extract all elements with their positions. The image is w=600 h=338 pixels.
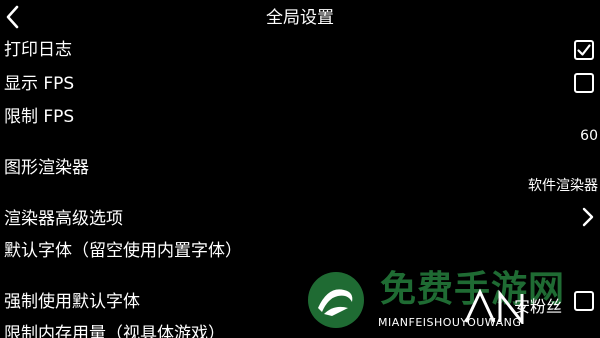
renderer-advanced-label[interactable]: 渲染器高级选项 xyxy=(4,208,123,230)
default-font-label[interactable]: 默认字体（留空使用内置字体） xyxy=(4,240,242,262)
settings-screen: 全局设置 打印日志 显示 FPS 限制 FPS 60 图形渲染器 软件渲染器 渲… xyxy=(0,0,600,338)
check-icon xyxy=(577,44,591,56)
limit-fps-label: 限制 FPS xyxy=(4,107,75,127)
watermark-an-text: 安粉丝 xyxy=(514,297,563,316)
watermark-logo xyxy=(308,272,364,328)
watermark-overlay: 免费手游网 MIANFEISHOUYOUWANG 安粉丝 xyxy=(300,264,600,338)
print-log-checkbox[interactable] xyxy=(574,40,594,60)
top-bar: 全局设置 xyxy=(0,0,600,36)
renderer-label: 图形渲染器 xyxy=(4,158,89,178)
chevron-right-icon xyxy=(582,207,594,227)
show-fps-label: 显示 FPS xyxy=(4,74,75,94)
print-log-label: 打印日志 xyxy=(4,40,72,60)
renderer-value[interactable]: 软件渲染器 xyxy=(528,177,598,195)
show-fps-checkbox[interactable] xyxy=(574,73,594,93)
renderer-advanced-chevron[interactable] xyxy=(580,206,596,228)
force-default-font-label: 强制使用默认字体 xyxy=(4,292,140,312)
memory-limit-label: 限制内存用量（视具体游戏） xyxy=(4,324,225,338)
limit-fps-value[interactable]: 60 xyxy=(580,127,598,145)
page-title: 全局设置 xyxy=(266,8,334,28)
